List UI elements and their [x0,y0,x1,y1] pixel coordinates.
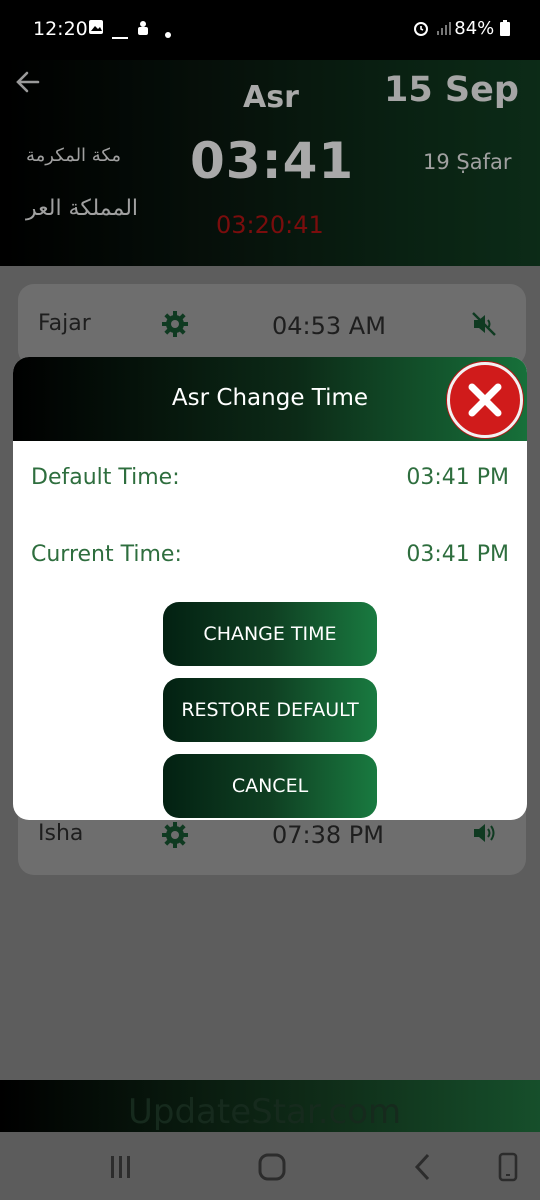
recent-apps-icon[interactable] [101,1150,141,1184]
dot-icon [164,24,172,43]
screen-rotate-icon[interactable] [488,1150,528,1184]
home-icon[interactable] [252,1150,292,1184]
signal-icon [436,19,454,41]
prayer-card-name: Isha [38,821,84,846]
restore-default-button[interactable]: RESTORE DEFAULT [163,678,377,742]
current-time-label: Current Time: [31,542,182,567]
current-time-value: 03:41 PM [406,542,509,567]
hijri-date: 19 Ṣafar [423,150,512,174]
current-prayer-name: Asr [243,80,299,115]
system-nav-bar [0,1132,540,1200]
country-name: المملكة العر [26,196,139,221]
cancel-button[interactable]: CANCEL [163,754,377,818]
change-time-button[interactable]: CHANGE TIME [163,602,377,666]
volume-mute-icon[interactable] [470,310,498,338]
volume-on-icon[interactable] [470,819,498,847]
puzzle-notification-icon [134,19,152,41]
gear-icon[interactable] [161,310,189,345]
status-time: 12:20 [33,18,88,40]
alarm-icon [412,19,430,41]
prayer-time: 03:41 [190,132,355,190]
default-time-label: Default Time: [31,465,180,490]
close-icon [468,383,502,417]
gallery-notification-icon [88,19,104,39]
change-time-dialog: Asr Change Time Default Time: 03:41 PM C… [13,357,527,820]
battery-icon [500,20,510,36]
gear-icon[interactable] [161,821,189,856]
prayer-card-name: Fajar [38,311,91,336]
back-nav-icon[interactable] [403,1150,443,1184]
prayer-card-time: 04:53 AM [272,312,386,340]
battery-percent: 84% [454,18,510,39]
countdown-timer: 03:20:41 [216,211,324,239]
default-time-value: 03:41 PM [406,465,509,490]
close-button[interactable] [447,362,523,438]
back-arrow-icon[interactable] [14,68,44,98]
ad-text: UpdateStar.com [128,1092,402,1132]
prayer-card-fajar[interactable]: Fajar 04:53 AM [18,284,526,366]
gregorian-date: 15 Sep [384,70,519,110]
prayer-card-time: 07:38 PM [272,821,384,849]
city-name: مكة المكرمة [26,145,122,166]
battery-percent-text: 84% [454,18,495,39]
app-notification-icon [112,26,128,45]
ad-banner[interactable]: UpdateStar.com [0,1080,540,1132]
status-bar: 12:20 84% [0,0,540,60]
